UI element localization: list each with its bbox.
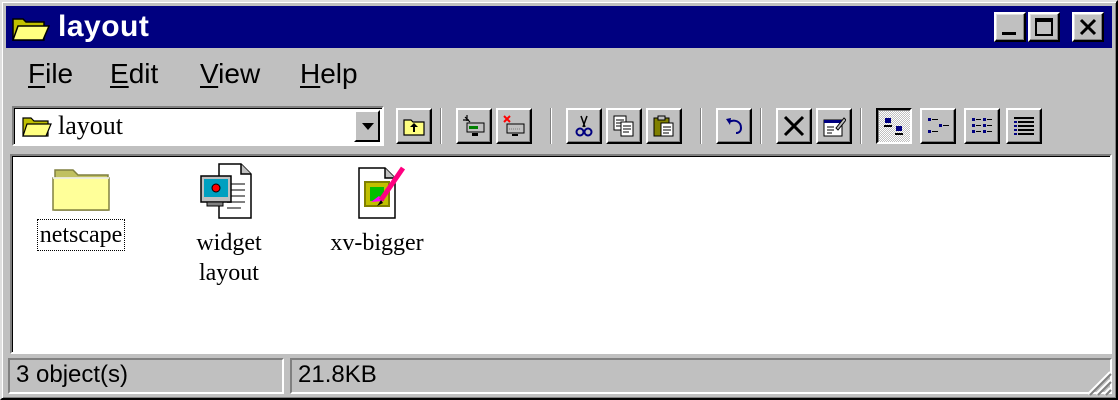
file-label: netscape (36, 219, 126, 251)
close-icon (1079, 18, 1097, 36)
menu-help-mnemonic: H (300, 58, 321, 89)
resize-grip-icon[interactable] (1080, 364, 1112, 396)
file-view[interactable]: netscape widget layout xv-bigger (10, 154, 1112, 354)
menu-help-label: elp (320, 58, 358, 89)
undo-icon (726, 118, 743, 134)
address-combobox[interactable]: layout (12, 106, 384, 146)
file-item-xv-bigger[interactable]: xv-bigger (312, 162, 442, 258)
toolbar-separator (860, 108, 862, 144)
file-item-netscape[interactable]: netscape (16, 162, 146, 251)
menu-help[interactable]: Help (300, 58, 358, 90)
minimize-icon (1002, 32, 1016, 35)
image-file-icon (358, 166, 406, 219)
cut-icon (575, 115, 593, 137)
properties-icon (823, 117, 846, 137)
maximize-button[interactable] (1028, 12, 1060, 42)
menu-edit[interactable]: Edit (110, 58, 158, 90)
up-one-level-button[interactable] (396, 108, 432, 144)
maximize-icon (1035, 18, 1053, 36)
folder-open-icon (22, 117, 52, 137)
minimize-button[interactable] (994, 12, 1026, 42)
disconnect-network-drive-icon (503, 115, 525, 136)
address-value: layout (58, 111, 123, 140)
status-bar: 3 object(s) 21.8KB (6, 356, 1112, 396)
status-size: 21.8KB (290, 358, 1112, 394)
close-button[interactable] (1072, 12, 1104, 42)
menu-view-label: iew (218, 58, 261, 89)
copy-icon (613, 115, 634, 137)
disconnect-network-drive-button[interactable] (496, 108, 532, 144)
menu-file-label: ile (45, 58, 74, 89)
title-bar[interactable]: layout (6, 6, 1112, 48)
list-button[interactable] (964, 108, 1000, 144)
toolbar-separator (700, 108, 702, 144)
menu-view-mnemonic: V (200, 58, 219, 89)
properties-button[interactable] (816, 108, 852, 144)
document-icon (200, 163, 252, 219)
undo-button[interactable] (716, 108, 752, 144)
menu-edit-label: dit (128, 58, 159, 89)
small-icons-button[interactable] (920, 108, 956, 144)
paste-button[interactable] (646, 108, 682, 144)
large-icons-icon (884, 118, 903, 135)
explorer-window: layout File Edit View Help layout netsca… (0, 0, 1118, 400)
cut-button[interactable] (566, 108, 602, 144)
file-label: widget layout (196, 230, 262, 286)
file-label: xv-bigger (330, 230, 424, 256)
map-network-drive-icon (463, 115, 485, 136)
menu-view[interactable]: View (200, 58, 260, 90)
folder-icon (52, 169, 110, 211)
status-object-count: 3 object(s) (8, 358, 284, 394)
large-icons-button[interactable] (876, 108, 912, 144)
menu-bar: File Edit View Help (6, 52, 1112, 96)
menu-file-mnemonic: F (28, 58, 46, 89)
toolbar-separator (440, 108, 442, 144)
details-button[interactable] (1006, 108, 1042, 144)
menu-edit-mnemonic: E (110, 58, 129, 89)
toolbar-separator (550, 108, 552, 144)
map-network-drive-button[interactable] (456, 108, 492, 144)
up-one-level-icon (403, 119, 425, 136)
file-item-widget-layout[interactable]: widget layout (164, 162, 294, 288)
menu-file[interactable]: File (28, 58, 73, 90)
small-icons-icon (928, 118, 949, 133)
copy-button[interactable] (606, 108, 642, 144)
toolbar: layout (6, 100, 1112, 152)
delete-button[interactable] (776, 108, 812, 144)
folder-open-icon (12, 18, 50, 41)
chevron-down-icon (362, 123, 374, 130)
window-title: layout (58, 10, 150, 43)
address-dropdown-button[interactable] (354, 110, 380, 142)
details-icon (1014, 117, 1034, 135)
paste-icon (653, 115, 674, 137)
toolbar-separator (760, 108, 762, 144)
delete-icon (783, 115, 805, 137)
list-icon (972, 118, 992, 133)
